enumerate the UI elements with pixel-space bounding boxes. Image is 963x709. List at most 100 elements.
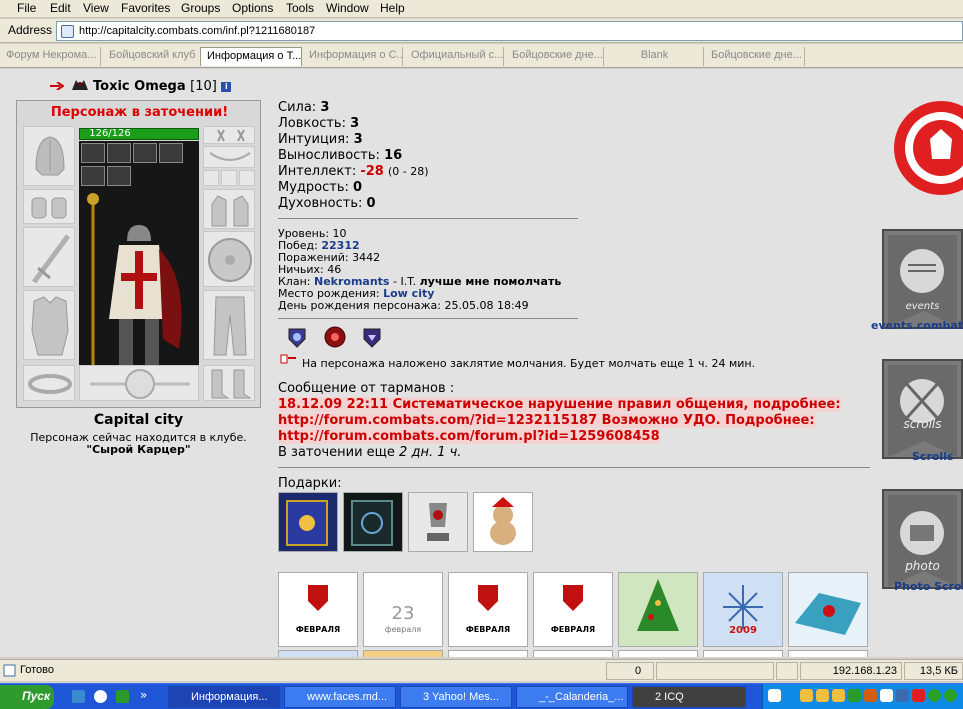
gift-card-partial[interactable] [278, 650, 358, 657]
skill-slot-3[interactable] [133, 143, 157, 163]
gift-card-partial[interactable] [703, 650, 783, 657]
page-content: Toxic Omega [10] i Персонаж в заточении!… [0, 69, 963, 657]
skill-slot-2[interactable] [107, 143, 131, 163]
address-url[interactable]: http://capitalcity.combats.com/inf.pl?12… [79, 25, 315, 37]
gift-card-partial[interactable] [448, 650, 528, 657]
tab-info-active[interactable]: Информация о Т... [200, 47, 302, 66]
gift-card-partial[interactable] [788, 650, 868, 657]
info-icon[interactable]: i [221, 82, 232, 92]
photo-banner[interactable]: photo [882, 489, 963, 589]
emoticon-tray-icon[interactable] [832, 689, 845, 702]
earrings-slot[interactable] [203, 126, 255, 144]
lion-logo-icon[interactable] [892, 99, 963, 197]
menu-help[interactable]: Help [380, 1, 405, 15]
sword-icon [31, 234, 71, 284]
tab-diaries-2[interactable]: Бойцовские дне... [705, 47, 805, 66]
menu-options[interactable]: Options [232, 1, 273, 15]
ring-slot-3[interactable] [239, 170, 255, 186]
gift-card[interactable]: 2009 [703, 572, 783, 647]
app-quick-icon[interactable] [116, 690, 129, 703]
skill-slot-1[interactable] [81, 143, 105, 163]
alert-tray-icon[interactable] [912, 689, 925, 702]
silence-notice: На персонажа наложено заклятие молчания.… [302, 357, 756, 370]
task-calanderia[interactable]: _-_Calanderia_... [516, 686, 628, 708]
media-tray-icon[interactable] [864, 689, 877, 702]
clan-badge-icon[interactable] [285, 325, 309, 349]
gift-item[interactable] [408, 492, 468, 552]
shield-slot[interactable] [203, 231, 255, 287]
tab-diaries[interactable]: Бойцовские дне... [506, 47, 604, 66]
browser-tray-icon[interactable] [880, 689, 893, 702]
message-line-3[interactable]: http://forum.combats.com/forum.pl?id=125… [278, 429, 660, 444]
task-faces[interactable]: www.faces.md... [284, 686, 396, 708]
gift-card[interactable] [788, 572, 868, 647]
leggings-slot[interactable] [203, 290, 255, 360]
tab-info-2[interactable]: Информация о С... [303, 47, 403, 66]
city-name: Capital city [93, 412, 184, 428]
gift-card[interactable]: 23 февраля [363, 572, 443, 647]
winter-card-icon [795, 593, 861, 635]
events-banner[interactable]: events [882, 229, 963, 329]
order-badge-icon[interactable] [360, 325, 384, 349]
gift-item[interactable] [278, 492, 338, 552]
message-line-2[interactable]: http://forum.combats.com/?id=1232115187 … [278, 413, 815, 428]
tab-blank[interactable]: Blank [606, 47, 704, 66]
gift-card-partial[interactable] [363, 650, 443, 657]
gift-card[interactable]: ФЕВРАЛЯ [278, 572, 358, 647]
app-tray-icon[interactable] [848, 689, 861, 702]
weapon-slot[interactable] [23, 227, 75, 287]
gift-item[interactable] [343, 492, 403, 552]
scroll-fist-icon [888, 365, 957, 457]
menu-window[interactable]: Window [326, 1, 369, 15]
emoticon-tray-icon[interactable] [816, 689, 829, 702]
belt-slot[interactable] [23, 365, 75, 401]
boots-slot[interactable] [203, 365, 255, 401]
events-link[interactable]: events.combats [871, 319, 963, 332]
tab-forum-nekromants[interactable]: Форум Некрома... [0, 47, 101, 66]
helmet-slot[interactable] [23, 126, 75, 186]
menu-tools[interactable]: Tools [286, 1, 314, 15]
ring-slot-1[interactable] [203, 170, 219, 186]
scrolls-banner[interactable]: scrolls [882, 359, 963, 459]
task-yahoo[interactable]: 3 Yahoo! Mes... [400, 686, 512, 708]
amulet-slot[interactable] [203, 146, 255, 168]
address-input[interactable]: http://capitalcity.combats.com/inf.pl?12… [56, 21, 963, 41]
gift-item[interactable] [473, 492, 533, 552]
start-button[interactable]: Пуск [0, 685, 54, 709]
show-desktop-icon[interactable] [72, 690, 85, 703]
armor-icon [31, 296, 69, 356]
tab-fight-club[interactable]: Бойцовский клуб [103, 47, 201, 66]
photo-scroll-link[interactable]: Photo Scroll [894, 580, 963, 593]
skill-slot-4[interactable] [159, 143, 183, 163]
armor-slot[interactable] [23, 290, 75, 360]
help-tray-icon[interactable] [768, 689, 781, 702]
network-tray-icon[interactable] [896, 689, 909, 702]
more-icon[interactable]: » [140, 688, 147, 702]
ring-slot-2[interactable] [221, 170, 237, 186]
rune-badge-icon[interactable] [323, 325, 347, 349]
icq-tray-icon[interactable] [944, 689, 957, 702]
messenger-tray-icon[interactable] [928, 689, 941, 702]
menu-edit[interactable]: Edit [50, 1, 71, 15]
browser-quick-icon[interactable] [94, 690, 107, 703]
emoticon-tray-icon[interactable] [800, 689, 813, 702]
task-informaciya[interactable]: Информация... [168, 686, 280, 708]
tab-official[interactable]: Официальный с... [405, 47, 504, 66]
gift-card[interactable]: ФЕВРАЛЯ [448, 572, 528, 647]
menu-favorites[interactable]: Favorites [121, 1, 170, 15]
menu-view[interactable]: View [83, 1, 109, 15]
menu-groups[interactable]: Groups [181, 1, 220, 15]
skill-slot-5[interactable] [81, 166, 105, 186]
gift-card-partial[interactable] [533, 650, 613, 657]
earrings-icon [217, 129, 245, 142]
emblem-icon [90, 369, 190, 399]
gloves-slot[interactable] [203, 189, 255, 229]
menu-file[interactable]: File [17, 1, 36, 15]
skill-slot-6[interactable] [107, 166, 131, 186]
gift-card-partial[interactable] [618, 650, 698, 657]
task-icq[interactable]: 2 ICQ [632, 686, 746, 708]
gift-card[interactable]: ФЕВРАЛЯ [533, 572, 613, 647]
gift-card[interactable] [618, 572, 698, 647]
scrolls-link[interactable]: Scrolls [912, 450, 954, 463]
bracers-slot[interactable] [23, 189, 75, 224]
